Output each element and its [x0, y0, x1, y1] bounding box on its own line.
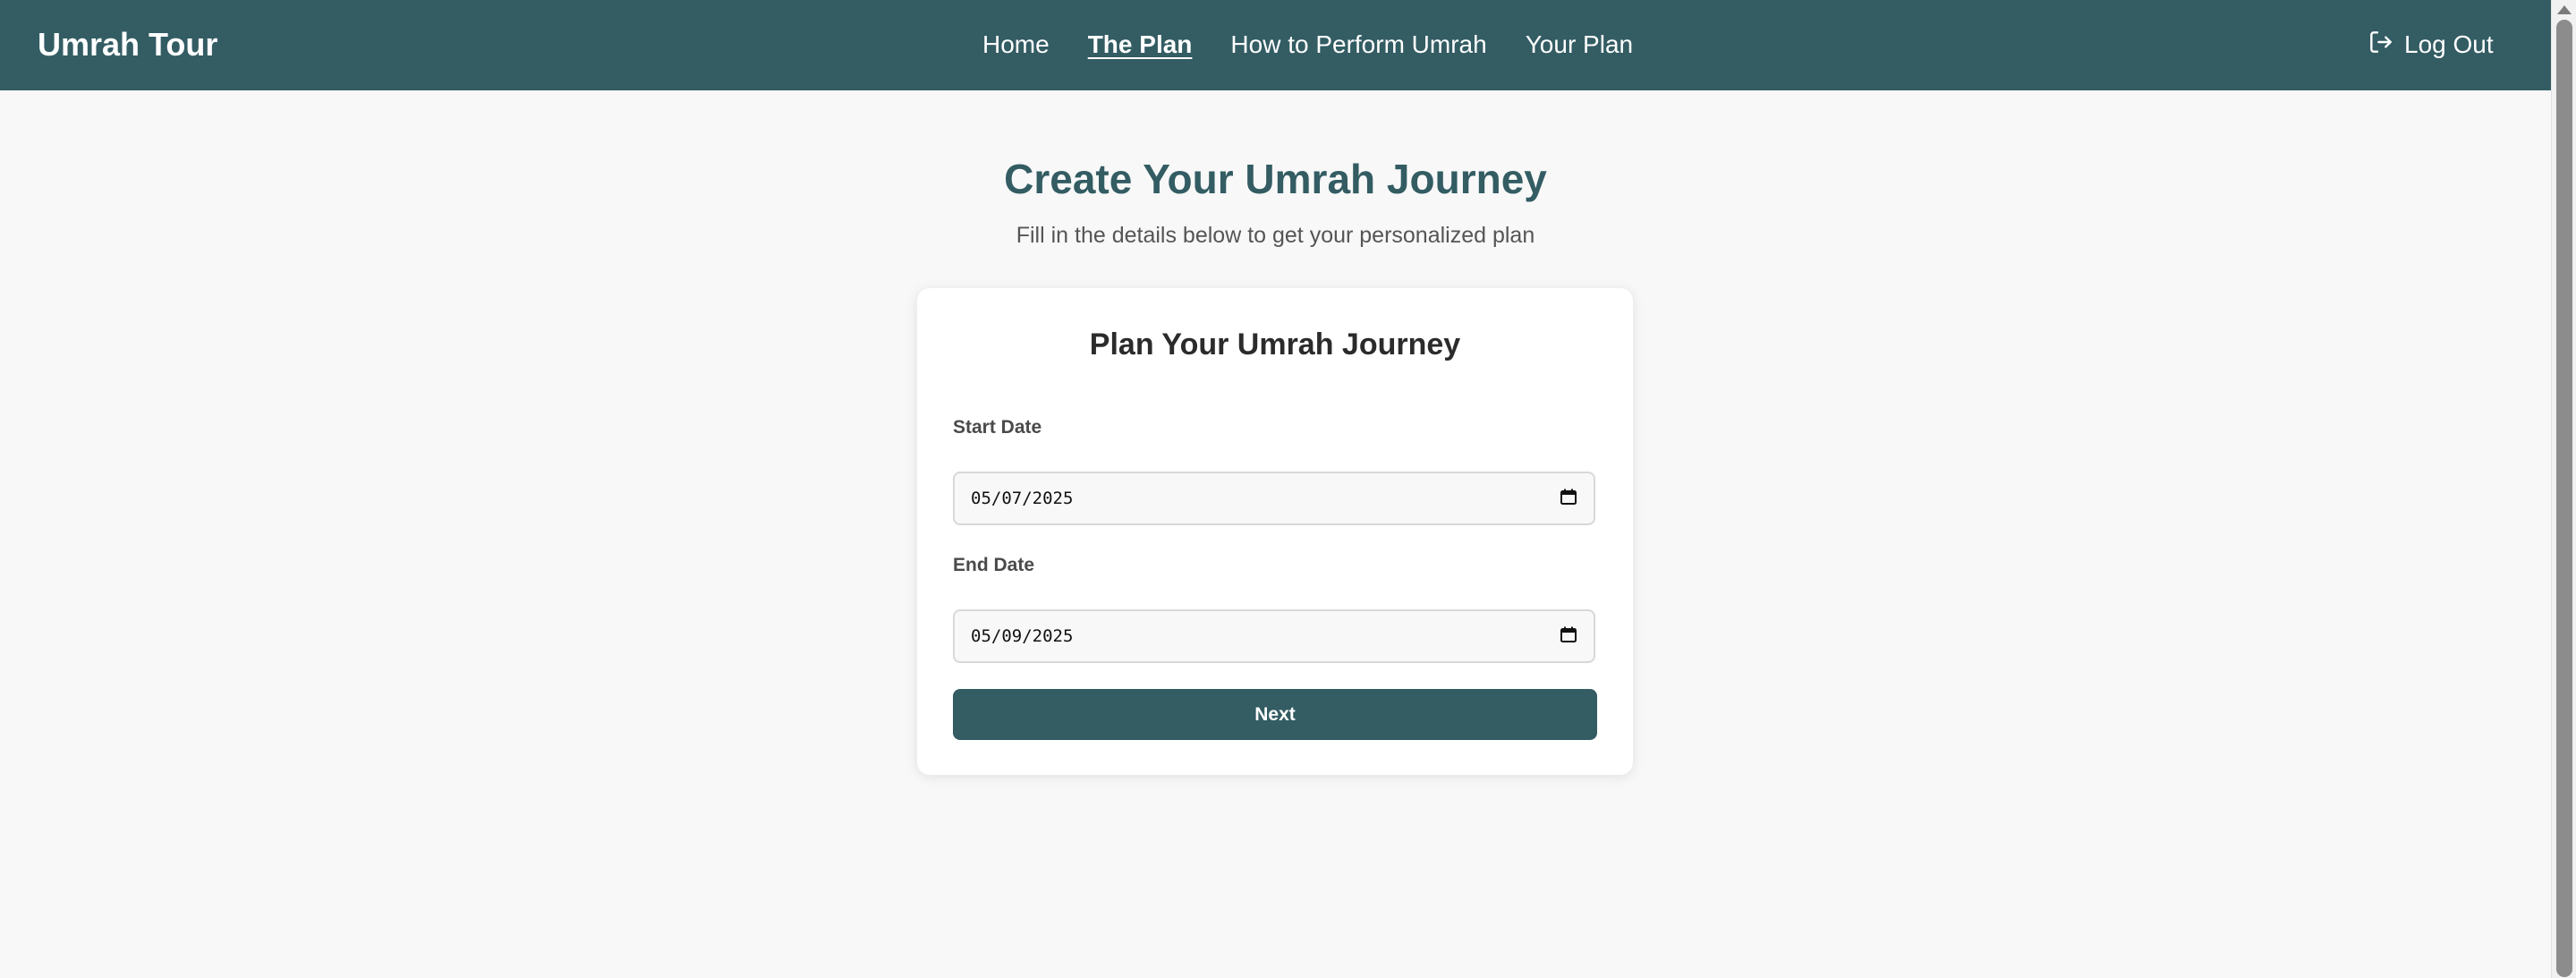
brand-logo[interactable]: Umrah Tour — [38, 25, 217, 64]
page-subtitle: Fill in the details below to get your pe… — [1016, 223, 1535, 248]
nav-item-the-plan[interactable]: The Plan — [1088, 25, 1193, 64]
nav-item-home[interactable]: Home — [982, 25, 1050, 64]
scrollbar-thumb[interactable] — [2556, 20, 2572, 977]
main-nav: Home The Plan How to Perform Umrah Your … — [982, 25, 1671, 64]
page: Umrah Tour Home The Plan How to Perform … — [0, 0, 2551, 978]
end-date-input[interactable]: 05/09/2025 — [953, 609, 1595, 663]
calendar-icon[interactable] — [1560, 488, 1577, 510]
logout-label: Log Out — [2404, 30, 2494, 58]
logout-button[interactable]: Log Out — [2367, 25, 2494, 64]
nav-item-how-to-perform-umrah[interactable]: How to Perform Umrah — [1230, 25, 1486, 64]
start-date-label: Start Date — [953, 417, 1042, 438]
start-date-input[interactable]: 05/07/2025 — [953, 472, 1595, 525]
logout-icon — [2367, 28, 2404, 63]
top-navbar: Umrah Tour Home The Plan How to Perform … — [0, 0, 2551, 90]
plan-form-card: Plan Your Umrah Journey Start Date 05/07… — [917, 288, 1633, 775]
calendar-icon[interactable] — [1560, 625, 1577, 648]
scroll-up-arrow-icon[interactable] — [2557, 5, 2572, 14]
end-date-label: End Date — [953, 555, 1035, 575]
next-button[interactable]: Next — [953, 689, 1597, 740]
nav-item-your-plan[interactable]: Your Plan — [1526, 25, 1633, 64]
start-date-value: 05/07/2025 — [971, 489, 1074, 508]
end-date-value: 05/09/2025 — [971, 626, 1074, 646]
page-title: Create Your Umrah Journey — [1004, 156, 1547, 202]
vertical-scrollbar[interactable] — [2551, 0, 2576, 978]
form-title: Plan Your Umrah Journey — [1089, 327, 1461, 361]
